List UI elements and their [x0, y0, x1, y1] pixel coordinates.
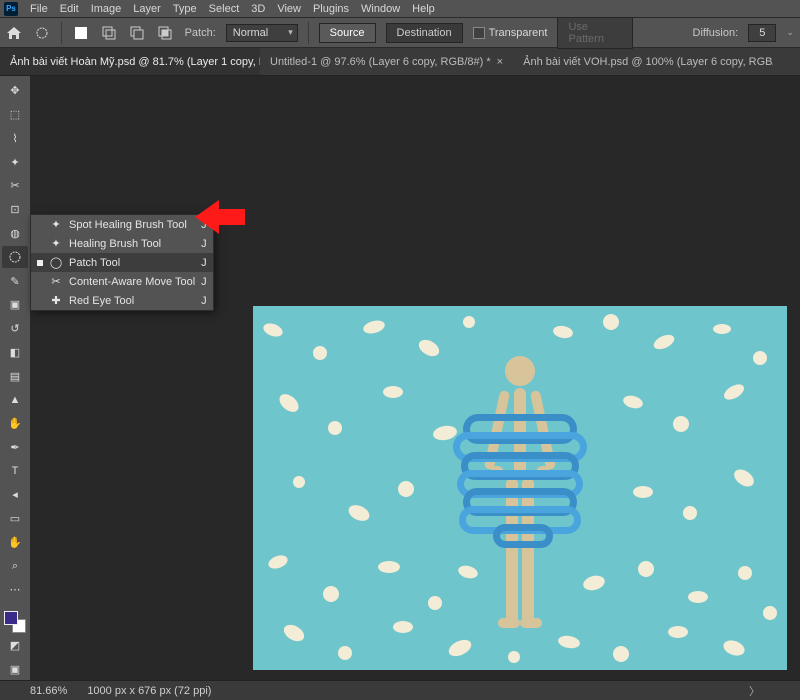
red-eye-icon: ✚	[49, 294, 63, 307]
menu-window[interactable]: Window	[361, 3, 400, 15]
menu-select[interactable]: Select	[209, 3, 240, 15]
quick-mask-tool[interactable]: ◩	[2, 635, 28, 657]
foreground-color-swatch[interactable]	[4, 611, 18, 625]
status-bar: 81.66% 1000 px x 676 px (72 ppi) 〉	[0, 680, 800, 700]
flyout-shortcut: J	[201, 276, 207, 288]
intestine-model	[453, 414, 587, 548]
tools-panel: ✥ ⬚ ⌇ ✦ ✂ ⊡ ◍ ✎ ▣ ↺ ◧ ▤ ▲ ✋ ✒ T ◂ ▭ ✋ ⌕ …	[0, 76, 30, 680]
spot-healing-icon: ✦	[49, 218, 63, 231]
healing-tool-flyout: ✦ Spot Healing Brush Tool J ✦ Healing Brus…	[30, 214, 214, 311]
type-tool[interactable]: T	[2, 460, 28, 482]
blur-tool[interactable]: ▲	[2, 389, 28, 411]
menu-help[interactable]: Help	[412, 3, 435, 15]
document-tabs: Ảnh bài viết Hoàn Mỹ.psd @ 81.7% (Layer …	[0, 48, 800, 76]
menu-image[interactable]: Image	[91, 3, 122, 15]
document-tab[interactable]: Ảnh bài viết Hoàn Mỹ.psd @ 81.7% (Layer …	[0, 48, 260, 75]
selection-mode-intersect-icon[interactable]	[156, 23, 174, 43]
menu-plugins[interactable]: Plugins	[313, 3, 349, 15]
flyout-label: Red Eye Tool	[69, 295, 134, 307]
menu-edit[interactable]: Edit	[60, 3, 79, 15]
transparent-label: Transparent	[489, 27, 548, 39]
dodge-tool[interactable]: ✋	[2, 413, 28, 435]
menu-view[interactable]: View	[277, 3, 301, 15]
flyout-item-patch[interactable]: ◯ Patch Tool J	[31, 253, 213, 272]
screen-mode-tool[interactable]: ▣	[2, 658, 28, 680]
options-bar: Patch: Normal Source Destination Transpa…	[0, 18, 800, 48]
healing-brush-icon: ✦	[49, 237, 63, 250]
brush-tool[interactable]: ✎	[2, 270, 28, 292]
selection-mode-subtract-icon[interactable]	[128, 23, 146, 43]
flyout-shortcut: J	[201, 295, 207, 307]
document-tab[interactable]: Untitled-1 @ 97.6% (Layer 6 copy, RGB/8#…	[260, 48, 513, 75]
patch-mode-select[interactable]: Normal	[226, 24, 298, 42]
selection-mode-new-icon[interactable]	[72, 23, 90, 43]
annotation-arrow	[195, 196, 245, 238]
menu-layer[interactable]: Layer	[133, 3, 161, 15]
home-icon[interactable]	[6, 24, 22, 42]
hand-tool[interactable]: ✋	[2, 532, 28, 554]
path-selection-tool[interactable]: ◂	[2, 484, 28, 506]
history-brush-tool[interactable]: ↺	[2, 318, 28, 340]
patch-tool-icon: ◯	[49, 256, 63, 269]
eyedropper-tool[interactable]: ◍	[2, 223, 28, 245]
status-chevron-icon[interactable]: 〉	[749, 683, 760, 699]
tab-label: Ảnh bài viết VOH.psd @ 100% (Layer 6 cop…	[523, 56, 773, 68]
color-swatches[interactable]	[4, 611, 26, 633]
selection-mode-add-icon[interactable]	[100, 23, 118, 43]
flyout-item-content-aware-move[interactable]: ✂ Content-Aware Move Tool J	[31, 272, 213, 291]
eraser-tool[interactable]: ◧	[2, 341, 28, 363]
checkbox-icon	[473, 27, 485, 39]
flyout-label: Patch Tool	[69, 257, 120, 269]
document-tab[interactable]: Ảnh bài viết VOH.psd @ 100% (Layer 6 cop…	[513, 48, 773, 75]
crop-tool[interactable]: ✂	[2, 175, 28, 197]
frame-tool[interactable]: ⊡	[2, 199, 28, 221]
separator	[61, 22, 62, 44]
transparent-checkbox[interactable]: Transparent	[473, 27, 548, 39]
edit-toolbar[interactable]: ⋯	[2, 579, 28, 601]
flyout-item-healing-brush[interactable]: ✦ Healing Brush Tool J	[31, 234, 213, 253]
document-dimensions[interactable]: 1000 px x 676 px (72 ppi)	[87, 685, 211, 697]
gradient-tool[interactable]: ▤	[2, 365, 28, 387]
flyout-label: Content-Aware Move Tool	[69, 276, 195, 288]
flyout-label: Spot Healing Brush Tool	[69, 219, 187, 231]
patch-label: Patch:	[185, 27, 216, 39]
magic-wand-tool[interactable]: ✦	[2, 151, 28, 173]
menu-type[interactable]: Type	[173, 3, 197, 15]
rectangle-tool[interactable]: ▭	[2, 508, 28, 530]
diffusion-label: Diffusion:	[693, 27, 739, 39]
move-tool[interactable]: ✥	[2, 80, 28, 102]
diffusion-field[interactable]: 5	[748, 24, 776, 42]
flyout-shortcut: J	[201, 257, 207, 269]
use-pattern-button: Use Pattern	[557, 17, 632, 49]
menu-3d[interactable]: 3D	[251, 3, 265, 15]
app-icon: Ps	[4, 2, 18, 16]
tab-label: Untitled-1 @ 97.6% (Layer 6 copy, RGB/8#…	[270, 56, 491, 68]
destination-button[interactable]: Destination	[386, 23, 463, 43]
close-icon[interactable]: ×	[497, 56, 503, 68]
menu-bar: Ps File Edit Image Layer Type Select 3D …	[0, 0, 800, 18]
source-button[interactable]: Source	[319, 23, 376, 43]
content-aware-move-icon: ✂	[49, 275, 63, 288]
healing-brush-tool[interactable]	[2, 246, 28, 268]
flyout-item-spot-healing[interactable]: ✦Spot Healing Brush Tool J	[31, 215, 213, 234]
diffusion-dropdown-icon[interactable]: ⌄	[786, 27, 794, 38]
marquee-tool[interactable]: ⬚	[2, 104, 28, 126]
lasso-tool[interactable]: ⌇	[2, 128, 28, 150]
zoom-tool[interactable]: ⌕	[2, 555, 28, 577]
flyout-shortcut: J	[201, 238, 207, 250]
canvas-area[interactable]	[30, 76, 800, 680]
zoom-level[interactable]: 81.66%	[30, 685, 67, 697]
flyout-label: Healing Brush Tool	[69, 238, 161, 250]
document-canvas[interactable]	[253, 306, 787, 670]
separator	[308, 22, 309, 44]
patch-tool-icon[interactable]	[32, 23, 50, 43]
pen-tool[interactable]: ✒	[2, 436, 28, 458]
flyout-item-red-eye[interactable]: ✚ Red Eye Tool J	[31, 291, 213, 310]
clone-stamp-tool[interactable]: ▣	[2, 294, 28, 316]
tab-label: Ảnh bài viết Hoàn Mỹ.psd @ 81.7% (Layer …	[10, 56, 260, 68]
menu-file[interactable]: File	[30, 3, 48, 15]
